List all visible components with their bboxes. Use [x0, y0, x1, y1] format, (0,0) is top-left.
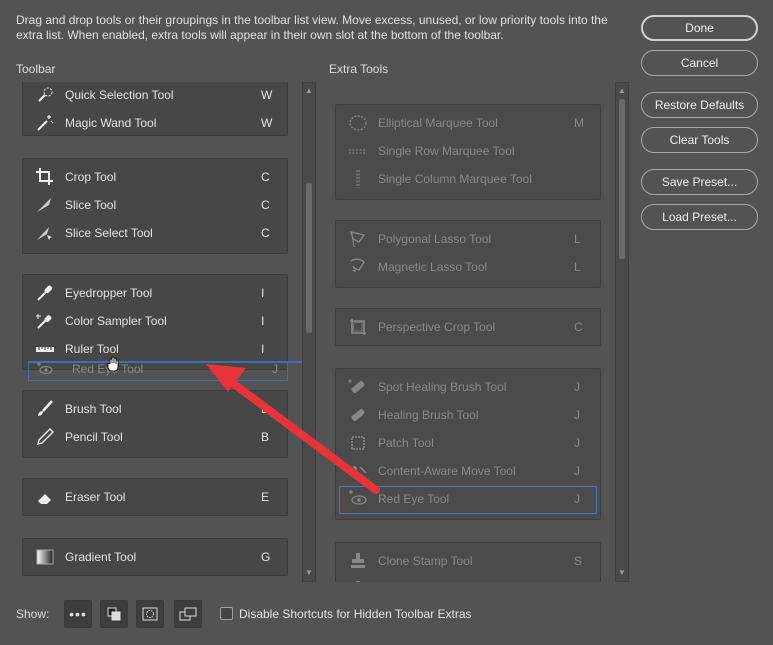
done-button[interactable]: Done	[641, 15, 758, 41]
ellipsis-icon: •••	[69, 606, 87, 622]
show-label: Show:	[16, 607, 50, 621]
disable-shortcuts-label: Disable Shortcuts for Hidden Toolbar Ext…	[239, 607, 472, 621]
save-preset-button[interactable]: Save Preset...	[641, 169, 758, 195]
disable-shortcuts-checkbox[interactable]	[220, 607, 233, 620]
restore-defaults-button[interactable]: Restore Defaults	[641, 92, 758, 118]
cancel-button[interactable]: Cancel	[641, 50, 758, 76]
show-color-swatches-toggle[interactable]	[100, 600, 128, 628]
quick-mask-icon	[142, 607, 158, 621]
screen-mode-icon	[179, 607, 197, 621]
load-preset-button[interactable]: Load Preset...	[641, 204, 758, 230]
color-swatches-icon	[107, 607, 121, 621]
show-screen-mode-toggle[interactable]	[174, 600, 202, 628]
show-extra-tools-toggle[interactable]: •••	[64, 600, 92, 628]
clear-tools-button[interactable]: Clear Tools	[641, 127, 758, 153]
show-quick-mask-toggle[interactable]	[136, 600, 164, 628]
